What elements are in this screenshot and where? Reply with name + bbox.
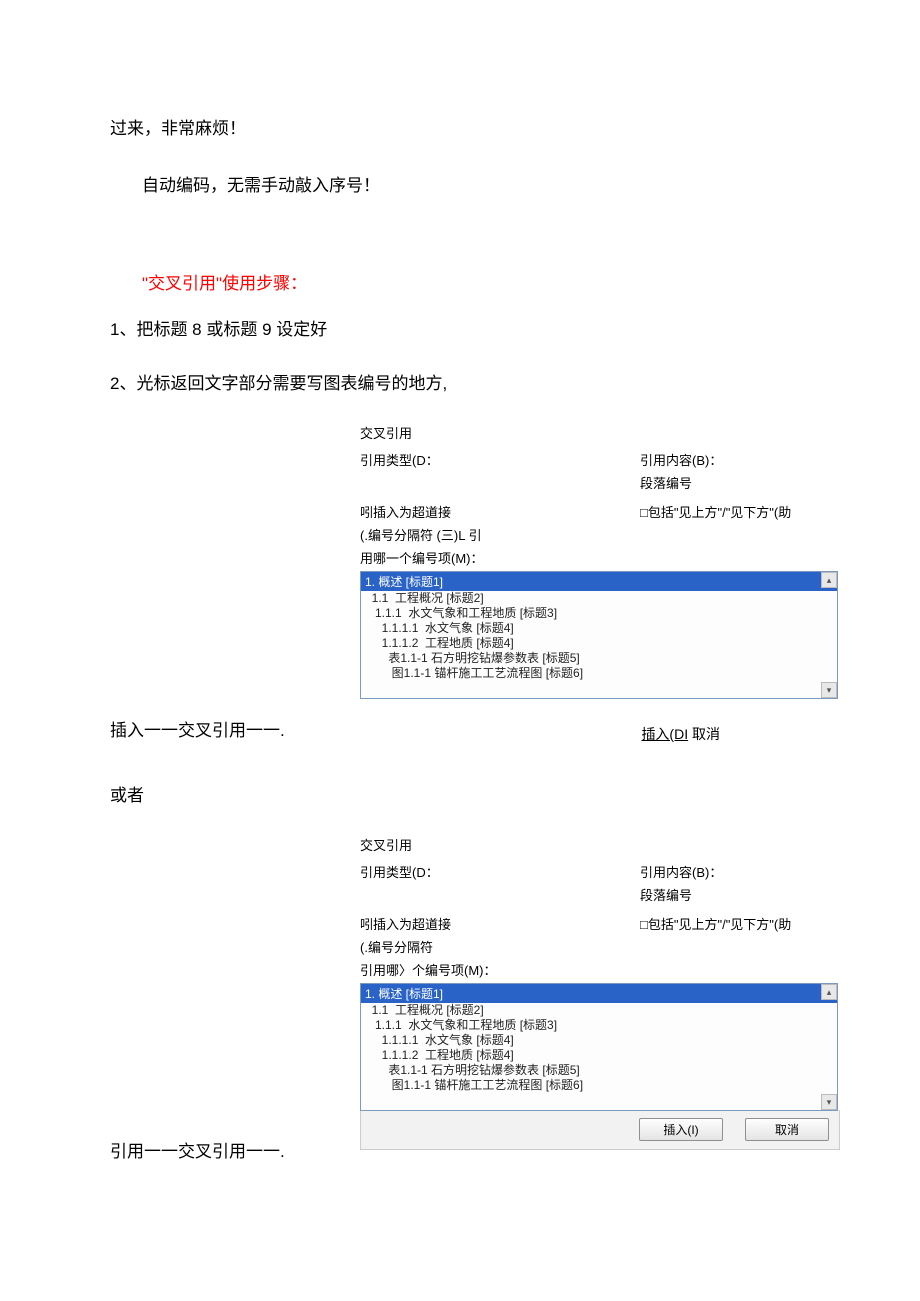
cancel-button[interactable]: 取消 [692, 726, 720, 742]
insert-hyperlink-checkbox[interactable]: 吲插入为超道接 [360, 502, 640, 521]
scroll-up-icon[interactable]: ▴ [821, 984, 837, 1000]
list-item[interactable]: 1.1.1.1 水文气象 [标题4] [361, 621, 837, 636]
list-item[interactable]: 1.1 工程概况 [标题2] [361, 591, 837, 606]
list-item[interactable]: 1.1.1.2 工程地质 [标题4] [361, 636, 837, 651]
text-line-1: 过来，非常麻烦！ [110, 115, 810, 142]
list-item[interactable]: 图1.1-1 锚杆施工工艺流程图 [标题6] [361, 666, 837, 681]
ref-type-label: 引用类型(D： [360, 450, 640, 469]
list-item[interactable]: 1.1.1 水文气象和工程地质 [标题3] [361, 606, 837, 621]
scroll-down-icon[interactable]: ▾ [821, 1094, 837, 1110]
scroll-up-icon[interactable]: ▴ [821, 572, 837, 588]
list-item-selected[interactable]: 1. 概述 [标题1] [361, 572, 837, 591]
include-above-below-checkbox[interactable]: □包括"见上方"/"见下方"(助 [640, 502, 840, 521]
which-item-label: 用哪一个编号项(M)： [360, 548, 810, 567]
step-2: 2、光标返回文字部分需要写图表编号的地方, [110, 370, 810, 397]
dialog-title: 交叉引用 [360, 835, 810, 854]
which-item-label: 引用哪〉个编号项(M)： [360, 960, 810, 979]
list-item[interactable]: 表1.1-1 石方明挖钻爆参数表 [标题5] [361, 1063, 837, 1078]
cross-ref-dialog-1: 交叉引用 引用类型(D： 引用内容(B)： 段落编号 吲插入为超道接 (.编号分… [360, 423, 810, 699]
numbered-items-listbox[interactable]: 1. 概述 [标题1] 1.1 工程概况 [标题2] 1.1.1 水文气象和工程… [360, 983, 838, 1111]
cross-ref-dialog-2: 交叉引用 引用类型(D： 引用内容(B)： 段落编号 吲插入为超道接 (.编号分… [360, 835, 810, 1150]
dialog-title: 交叉引用 [360, 423, 810, 442]
scroll-down-icon[interactable]: ▾ [821, 682, 837, 698]
separator-note: (.编号分隔符 (三)L 引 [360, 525, 640, 544]
ref-content-value[interactable]: 段落编号 [640, 473, 840, 492]
caption-ref-crossref: 引用一一交叉引用一一. [110, 1138, 810, 1165]
list-item[interactable]: 图1.1-1 锚杆施工工艺流程图 [标题6] [361, 1078, 837, 1093]
separator-note: (.编号分隔符 [360, 937, 640, 956]
include-above-below-checkbox[interactable]: □包括"见上方"/"见下方"(助 [640, 914, 840, 933]
ref-content-label: 引用内容(B)： [640, 450, 840, 469]
cancel-button[interactable]: 取消 [745, 1118, 829, 1141]
text-or: 或者 [110, 782, 810, 809]
insert-hyperlink-checkbox[interactable]: 吲插入为超道接 [360, 914, 640, 933]
steps-heading: "交叉引用"使用步骤： [142, 269, 810, 294]
ref-content-value[interactable]: 段落编号 [640, 885, 840, 904]
numbered-items-listbox[interactable]: 1. 概述 [标题1] 1.1 工程概况 [标题2] 1.1.1 水文气象和工程… [360, 571, 838, 699]
list-item-selected[interactable]: 1. 概述 [标题1] [361, 984, 837, 1003]
insert-button[interactable]: 插入(DI [641, 726, 688, 742]
list-item[interactable]: 1.1.1.1 水文气象 [标题4] [361, 1033, 837, 1048]
list-item[interactable]: 1.1 工程概况 [标题2] [361, 1003, 837, 1018]
list-item[interactable]: 1.1.1.2 工程地质 [标题4] [361, 1048, 837, 1063]
list-item[interactable]: 1.1.1 水文气象和工程地质 [标题3] [361, 1018, 837, 1033]
step-1: 1、把标题 8 或标题 9 设定好 [110, 316, 810, 343]
caption-insert-crossref: 插入一一交叉引用一一. [110, 717, 285, 744]
ref-type-label: 引用类型(D： [360, 862, 640, 881]
ref-content-label: 引用内容(B)： [640, 862, 840, 881]
text-line-2: 自动编码，无需手动敲入序号！ [142, 172, 810, 199]
insert-button[interactable]: 插入(I) [639, 1118, 723, 1141]
list-item[interactable]: 表1.1-1 石方明挖钻爆参数表 [标题5] [361, 651, 837, 666]
